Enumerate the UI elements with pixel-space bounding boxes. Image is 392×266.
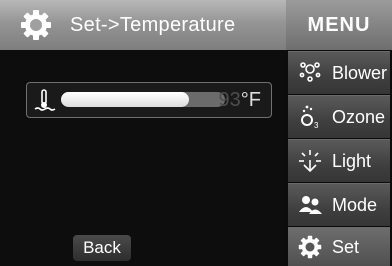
menu-item-label: Set [332,236,360,257]
menu-item-ozone[interactable]: 3 Ozone [288,95,390,138]
header: Set->Temperature [0,0,286,50]
menu-item-label: Mode [332,194,378,215]
temperature-unit: °F [240,89,261,111]
slider-track[interactable] [61,92,225,107]
page-title: Set->Temperature [70,13,236,36]
thermometer-icon [34,89,56,111]
light-icon [296,147,324,175]
screen: Set->Temperature 93°F Back MENU Blower 3… [0,0,392,266]
temperature-readout: 93°F [219,89,261,112]
menu-item-set[interactable]: Set [288,227,390,266]
temperature-value: 93 [218,89,241,111]
menu-item-label: Light [332,150,372,171]
menu-sidebar: MENU Blower 3 Ozone Light Mode Set [286,0,392,266]
menu-item-label: Blower [332,62,388,83]
ozone-icon: 3 [296,103,324,131]
menu-item-label: Ozone [332,106,386,127]
blower-icon [296,59,324,87]
menu-item-mode[interactable]: Mode [288,183,390,226]
slider-fill [61,92,189,107]
svg-text:3: 3 [314,121,319,130]
gear-icon [21,10,51,40]
temperature-slider[interactable]: 93°F [26,82,272,118]
gear-icon [296,233,324,261]
menu-item-blower[interactable]: Blower [288,51,390,94]
menu-item-light[interactable]: Light [288,139,390,182]
menu-title: MENU [286,0,392,50]
mode-icon [296,191,324,219]
back-button[interactable]: Back [73,235,131,261]
